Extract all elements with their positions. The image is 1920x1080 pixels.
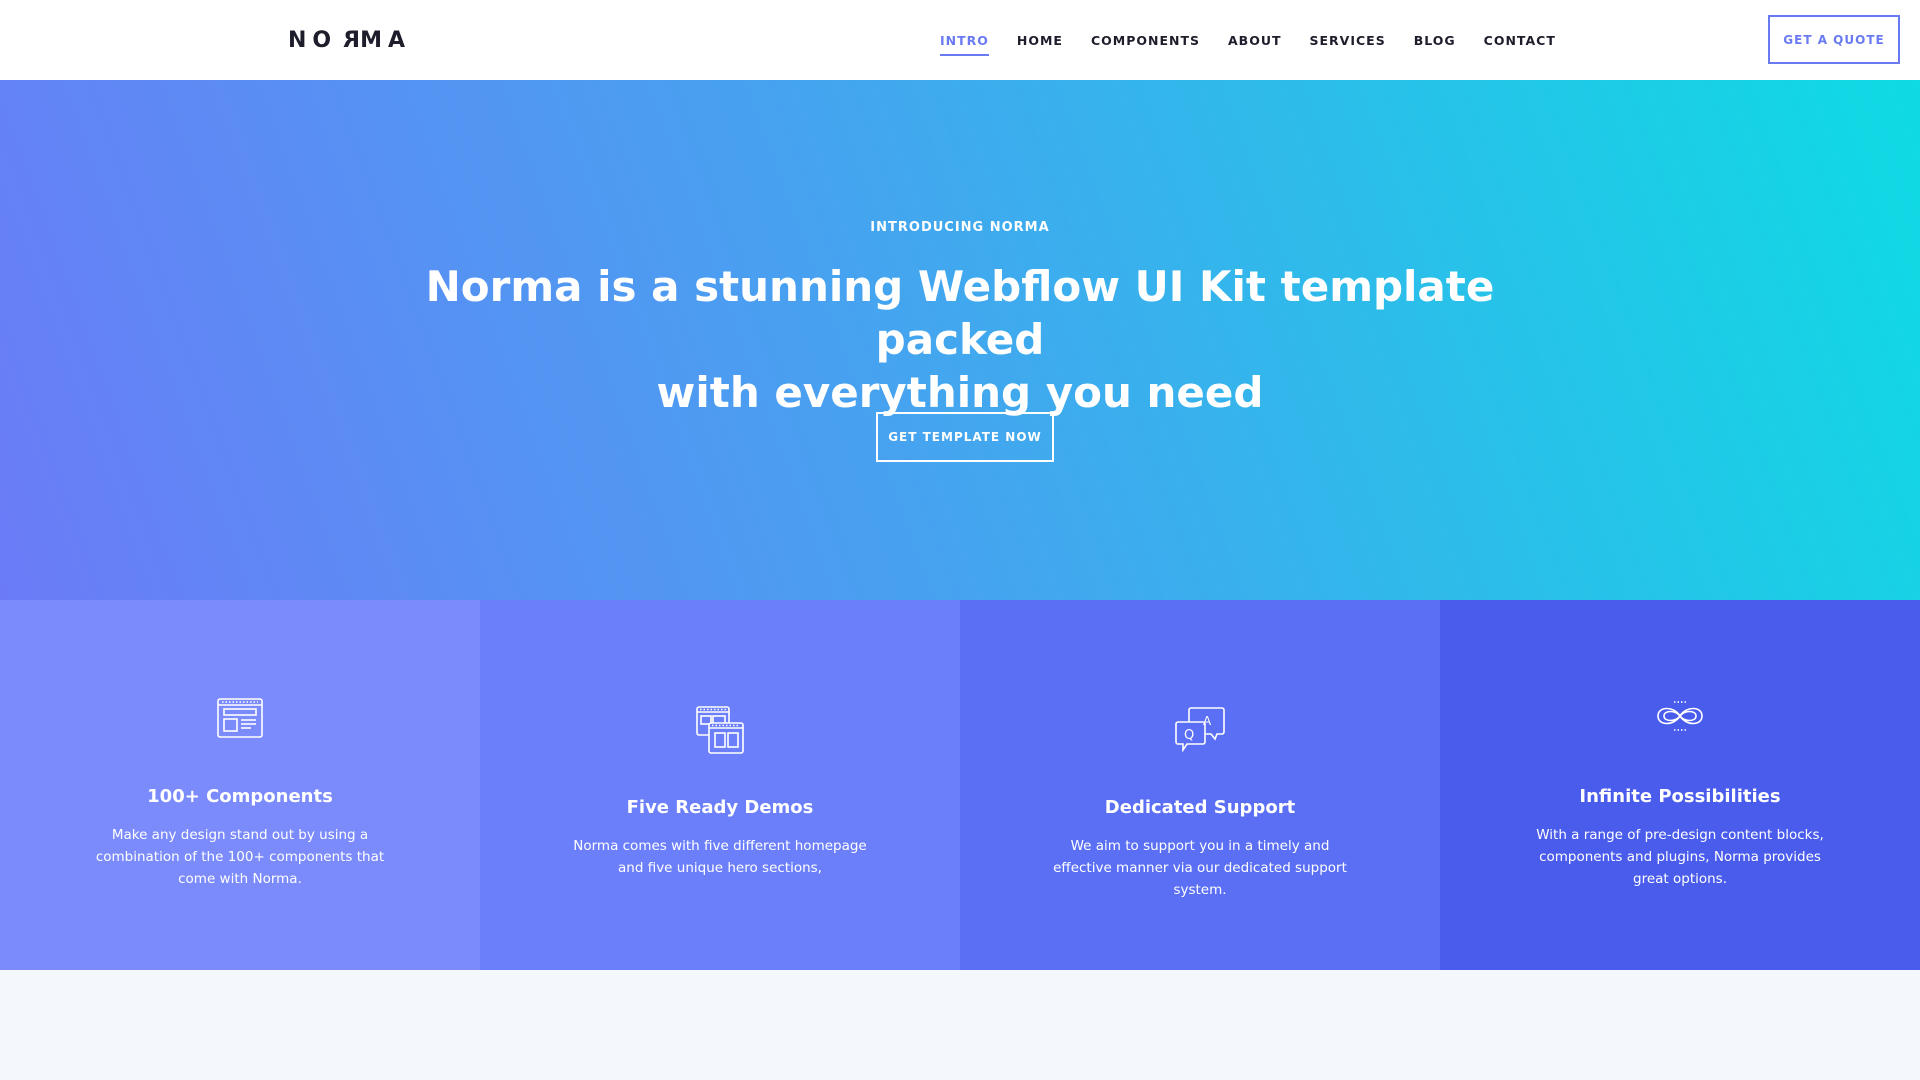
nav-link-services[interactable]: SERVICES	[1310, 23, 1386, 58]
feature-title: Infinite Possibilities	[1579, 786, 1781, 807]
feature-description: With a range of pre-design content block…	[1536, 827, 1824, 887]
nav-link-intro[interactable]: INTRO	[940, 23, 989, 58]
infinity-icon	[1440, 698, 1920, 734]
feature-card-possibilities: Infinite Possibilities With a range of p…	[1440, 600, 1920, 970]
hero-headline: Norma is a stunning Webflow UI Kit templ…	[410, 260, 1510, 419]
svg-text:Q: Q	[1184, 728, 1194, 743]
hero-headline-line-2: with everything you need	[656, 368, 1264, 417]
feature-title: 100+ Components	[147, 786, 333, 807]
feature-card-demos: Five Ready Demos Norma comes with five d…	[480, 600, 960, 970]
next-section-background	[0, 970, 1920, 1080]
browser-layout-icon	[0, 698, 480, 738]
hero-section: INTRODUCING NORMA Norma is a stunning We…	[0, 80, 1920, 600]
hero-eyebrow: INTRODUCING NORMA	[870, 220, 1050, 235]
feature-card-support: A Q Dedicated Support We aim to support …	[960, 600, 1440, 970]
feature-description: Make any design stand out by using a com…	[95, 827, 385, 887]
get-template-now-button[interactable]: GET TEMPLATE NOW	[876, 412, 1054, 462]
navbar: NORMA INTRO HOME COMPONENTS ABOUT SERVIC…	[0, 0, 1920, 80]
nav-link-about[interactable]: ABOUT	[1228, 23, 1282, 58]
windows-stack-icon	[480, 706, 960, 754]
svg-text:A: A	[1203, 714, 1212, 728]
nav-link-blog[interactable]: BLOG	[1414, 23, 1456, 58]
nav-menu: INTRO HOME COMPONENTS ABOUT SERVICES BLO…	[940, 0, 1584, 80]
get-a-quote-button[interactable]: GET A QUOTE	[1768, 15, 1900, 64]
qa-chat-icon: A Q	[960, 706, 1440, 752]
feature-title: Dedicated Support	[1104, 797, 1296, 818]
feature-card-components: 100+ Components Make any design stand ou…	[0, 600, 480, 970]
features-section: 100+ Components Make any design stand ou…	[0, 600, 1920, 970]
feature-description: We aim to support you in a timely and ef…	[1053, 838, 1347, 898]
hero-headline-line-1: Norma is a stunning Webflow UI Kit templ…	[425, 262, 1495, 364]
nav-link-home[interactable]: HOME	[1017, 23, 1063, 58]
nav-link-contact[interactable]: CONTACT	[1484, 23, 1556, 58]
feature-title: Five Ready Demos	[626, 797, 814, 818]
nav-link-components[interactable]: COMPONENTS	[1091, 23, 1200, 58]
logo[interactable]: NORMA	[288, 28, 411, 53]
feature-description: Norma comes with five different homepage…	[573, 838, 867, 876]
